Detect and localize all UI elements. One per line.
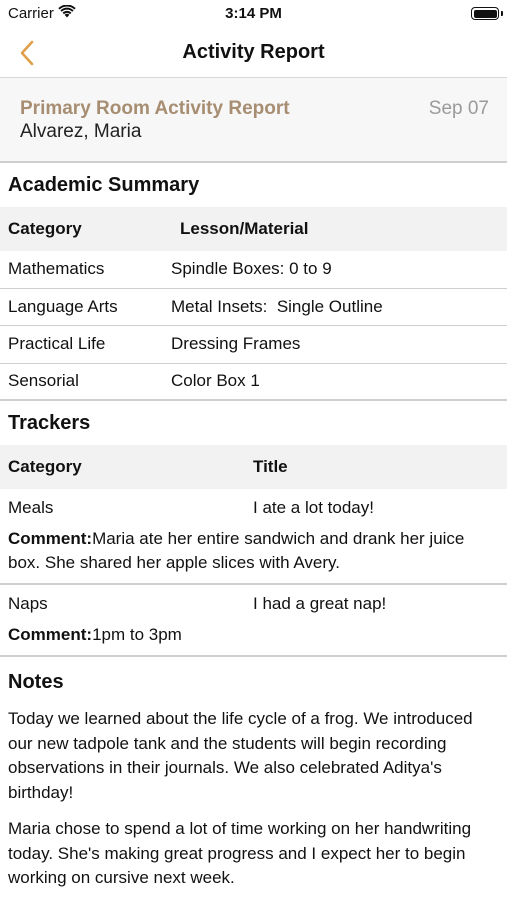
academic-summary-title: Academic Summary [8, 173, 200, 196]
tracker-row: Naps I had a great nap! [0, 585, 507, 623]
student-name: Alvarez, Maria [20, 121, 142, 142]
comment-label: Comment: [8, 529, 93, 548]
tracker-title: I had a great nap! [253, 594, 387, 613]
category-cell: Practical Life [8, 334, 106, 354]
status-time: 3:14 PM [225, 5, 282, 22]
academic-table-header: Category Lesson/Material [0, 207, 507, 251]
academic-table: Mathematics Spindle Boxes: 0 to 9 Langua… [0, 251, 507, 401]
notes-section: Notes Today we learned about the life cy… [0, 657, 507, 891]
comment-label: Comment: [8, 625, 93, 644]
lesson-cell: Metal Insets: Single Outline [171, 296, 383, 316]
battery-tip [501, 11, 503, 16]
battery-icon [471, 7, 499, 20]
table-row: Language Arts Metal Insets: Single Outli… [0, 289, 507, 326]
tracker-comment: Comment:1pm to 3pm [0, 623, 507, 655]
nav-bar: Activity Report [0, 28, 507, 78]
report-header: Primary Room Activity Report Sep 07 Alva… [0, 78, 507, 163]
lesson-cell: Spindle Boxes: 0 to 9 [171, 259, 332, 279]
page-title: Activity Report [182, 41, 325, 63]
category-cell: Mathematics [8, 259, 105, 279]
tracker-category: Meals [8, 498, 54, 517]
lesson-cell: Color Box 1 [171, 371, 260, 391]
table-row: Sensorial Color Box 1 [0, 364, 507, 401]
tracker-comment: Comment:Maria ate her entire sandwich an… [0, 527, 507, 583]
column-header-category: Category [8, 219, 82, 238]
trackers-table-header: Category Title [0, 445, 507, 489]
table-row: Mathematics Spindle Boxes: 0 to 9 [0, 251, 507, 289]
tracker-row: Meals I ate a lot today! [0, 489, 507, 527]
column-header-category: Category [8, 457, 82, 476]
notes-paragraph: Today we learned about the life cycle of… [8, 709, 473, 802]
column-header-lesson: Lesson/Material [180, 219, 309, 238]
report-date: Sep 07 [428, 98, 489, 119]
tracker-title: I ate a lot today! [253, 498, 374, 517]
trackers-title: Trackers [8, 411, 91, 434]
report-title: Primary Room Activity Report [20, 98, 290, 119]
category-cell: Sensorial [8, 371, 79, 391]
category-cell: Language Arts [8, 296, 118, 316]
tracker-item: Meals I ate a lot today! Comment:Maria a… [0, 489, 507, 585]
comment-text: 1pm to 3pm [92, 625, 182, 644]
tracker-category: Naps [8, 594, 48, 613]
notes-paragraph: Maria chose to spend a lot of time worki… [8, 819, 472, 887]
notes-title: Notes [8, 670, 64, 693]
tracker-item: Naps I had a great nap! Comment:1pm to 3… [0, 585, 507, 657]
status-bar: Carrier 3:14 PM [0, 0, 507, 28]
lesson-cell: Dressing Frames [171, 334, 301, 354]
column-header-title: Title [253, 457, 288, 476]
table-row: Practical Life Dressing Frames [0, 326, 507, 364]
